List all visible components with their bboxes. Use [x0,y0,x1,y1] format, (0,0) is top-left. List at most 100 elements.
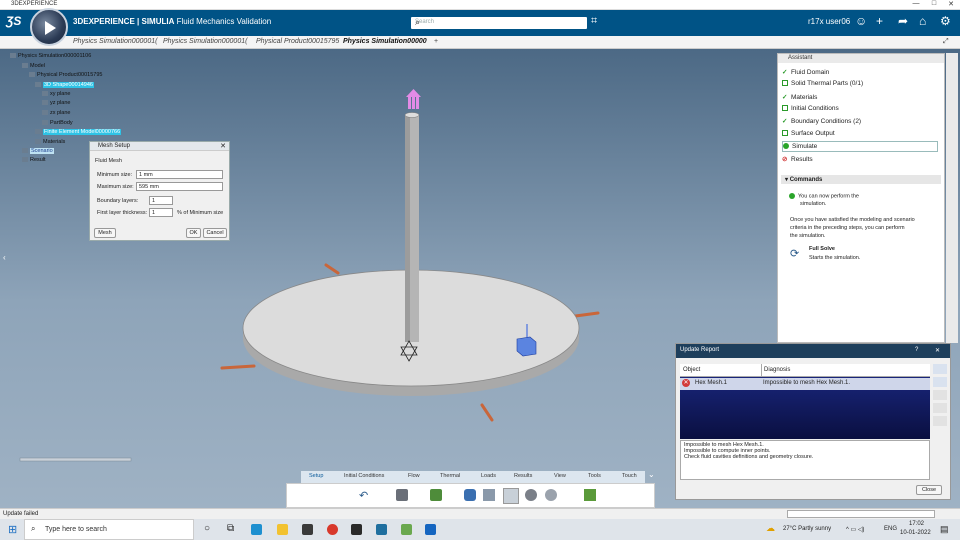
step-fluid-domain[interactable]: ✓ Fluid Domain [782,68,829,76]
update-close-icon[interactable]: ✕ [935,347,940,354]
full-solve-icon[interactable]: ⟳ [790,247,803,260]
minimize-button[interactable]: — [909,0,923,7]
material-icon[interactable] [525,489,537,501]
edge-icon[interactable] [251,524,262,535]
step-boundary-conditions[interactable]: ✓ Boundary Conditions (2) [782,117,861,125]
simulate-icon[interactable] [584,489,596,501]
store-icon[interactable] [302,524,313,535]
home-icon[interactable]: ⌂ [919,14,926,28]
ok-button[interactable]: OK [186,228,201,238]
tree-shape[interactable]: 3D Shape00014946 [35,82,94,88]
windows-start-icon[interactable]: ⊞ [8,523,17,536]
min-size-field[interactable]: 1 mm [136,170,223,179]
tab-results[interactable]: Results [514,473,532,479]
tree-result[interactable]: Result [22,157,46,163]
tree-zx-plane[interactable]: zx plane [42,110,71,116]
taskbar-search[interactable]: ⌕ Type here to search [24,519,194,540]
mail-icon[interactable] [376,524,387,535]
delete-icon[interactable] [933,416,947,426]
clock-date[interactable]: 10-01-2022 [900,530,931,536]
tab-1[interactable]: Physics Simulation000001( [73,38,157,45]
step-materials[interactable]: ✓ Materials [782,93,817,101]
step-results[interactable]: ⊘ Results [782,155,813,163]
search-icon[interactable]: ⌕ [415,17,584,28]
object-col-header[interactable]: Object [683,367,700,373]
tree-partbody[interactable]: PartBody [42,120,73,126]
prev-arrow-icon[interactable]: ‹ [3,253,6,262]
tree-xy-plane[interactable]: xy plane [42,91,71,97]
add-tab-button[interactable]: + [434,38,438,45]
commands-header[interactable]: ▾ Commands [781,175,941,184]
mesh-icon[interactable] [503,488,519,504]
step-solid-thermal[interactable]: Solid Thermal Parts (0/1) [782,80,863,87]
user-name[interactable]: r17x user06 [808,17,850,26]
first-layer-stepper[interactable]: 1 [149,208,173,217]
tab-3[interactable]: Physical Product00015795 [256,38,339,45]
chrome-icon[interactable] [327,524,338,535]
max-size-field[interactable]: 595 mm [136,182,223,191]
tree-product[interactable]: Physical Product00015795 [29,72,102,78]
file-explorer-icon[interactable] [277,524,288,535]
tag-icon[interactable]: ⌗ [591,15,597,28]
tab-4-active[interactable]: Physics Simulation00000 [343,38,427,45]
deactivate-icon[interactable] [933,390,947,400]
language-indicator[interactable]: ENG [884,526,897,532]
conditions-icon[interactable] [545,489,557,501]
cancel-button[interactable]: Cancel [203,228,227,238]
tray-icons[interactable]: ^ ▭ ◁) [846,526,864,533]
isolate-icon[interactable] [933,403,947,413]
tree-fem[interactable]: Finite Element Model00000766 [35,129,122,135]
tab-initial-conditions[interactable]: Initial Conditions [344,473,384,479]
tab-loads[interactable]: Loads [481,473,496,479]
task-view-icon[interactable]: ⧉ [227,523,234,534]
tab-setup[interactable]: Setup [309,473,323,479]
step-initial-conditions[interactable]: Initial Conditions [782,105,839,112]
tab-touch[interactable]: Touch [622,473,637,479]
3dexperience-task-icon[interactable] [401,524,412,535]
help-icon[interactable]: ? [915,347,918,353]
report-close-button[interactable]: Close [916,485,942,495]
weather-text[interactable]: 27°C Partly sunny [783,526,831,532]
clock-time[interactable]: 17:02 [909,521,924,527]
mesh-part-icon[interactable] [396,489,408,501]
fluid-icon[interactable] [464,489,476,501]
mesh-button[interactable]: Mesh [94,228,116,238]
boundary-layers-stepper[interactable]: 1 [149,196,173,205]
tree-scenario[interactable]: Scenario [22,148,54,154]
tree-icon[interactable] [483,489,495,501]
tab-tools[interactable]: Tools [588,473,601,479]
app-icon[interactable] [351,524,362,535]
step-surface-output[interactable]: Surface Output [782,130,835,137]
step-simulate[interactable]: Simulate [782,141,938,152]
tab-view[interactable]: View [554,473,566,479]
search-icon[interactable] [933,377,947,387]
command-input[interactable] [787,510,935,518]
compass-widget[interactable] [30,8,68,46]
display-icon[interactable] [430,489,442,501]
table-row[interactable]: ✕ Hex Mesh.1 Impossible to mesh Hex Mesh… [680,378,930,390]
expand-chevron-icon[interactable]: ⌄ [648,470,655,479]
notification-icon[interactable]: ▤ [940,524,949,535]
fullscreen-icon[interactable]: ⤢ [943,38,949,46]
maximize-button[interactable]: □ [927,0,941,7]
add-icon[interactable]: + [876,14,883,28]
tab-flow[interactable]: Flow [408,473,420,479]
tree-model[interactable]: Model [22,63,45,69]
tree-root[interactable]: Physics Simulation000001106 [10,53,91,59]
settings-icon[interactable]: ⚙ [940,14,951,28]
close-button[interactable]: ✕ [944,0,958,8]
edit-icon[interactable] [933,364,947,374]
tab-thermal[interactable]: Thermal [440,473,460,479]
3dexp-window-icon[interactable] [425,524,436,535]
undo-icon[interactable]: ↶ [359,489,368,502]
tree-materials[interactable]: Materials [35,139,65,145]
share-icon[interactable]: ➦ [898,14,908,28]
tab-2[interactable]: Physics Simulation000001( [163,38,247,45]
tree-yz-plane[interactable]: yz plane [42,100,71,106]
full-solve-label[interactable]: Full Solve [809,246,835,252]
profile-icon[interactable]: ☺ [855,14,867,28]
search-input[interactable]: Search ⌕ [411,17,587,29]
dialog-close-icon[interactable]: ✕ [220,142,226,150]
diagnosis-col-header[interactable]: Diagnosis [761,364,792,377]
cortana-icon[interactable]: ○ [204,523,210,534]
